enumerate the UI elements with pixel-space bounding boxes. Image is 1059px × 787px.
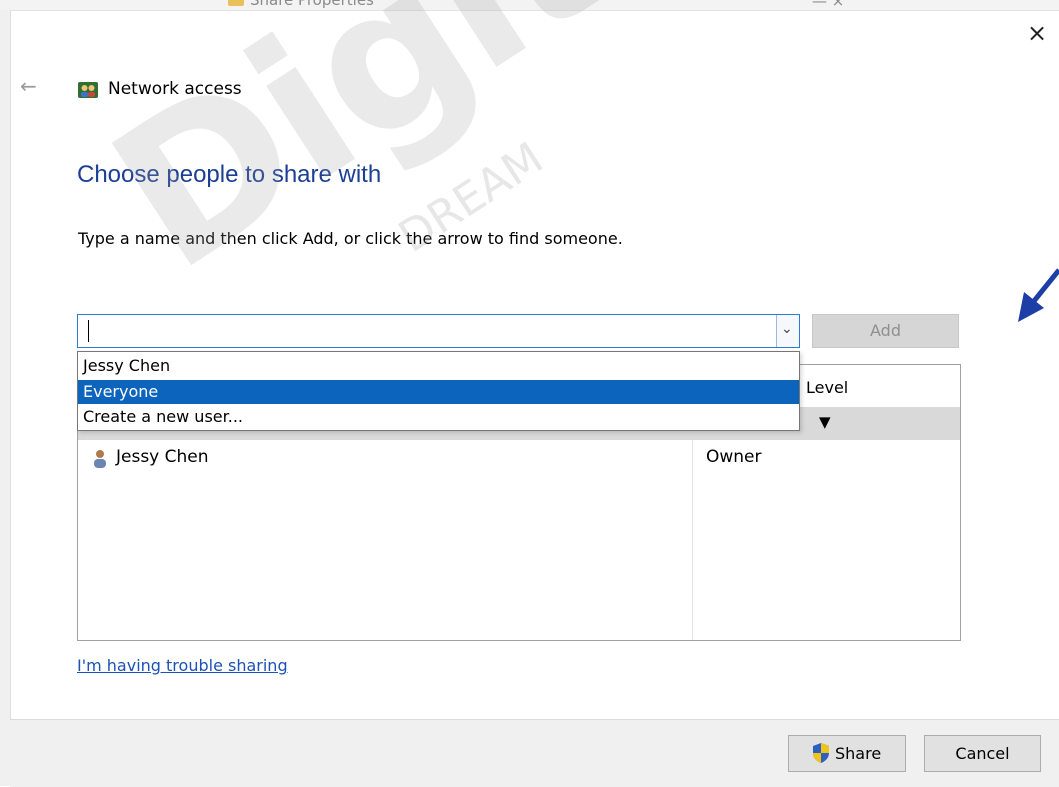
- table-row-name: Jessy Chen: [116, 447, 209, 467]
- dropdown-option-create-new-user[interactable]: Create a new user...: [78, 405, 799, 429]
- annotation-arrow-icon: [1018, 268, 1059, 322]
- folder-icon: [228, 0, 244, 6]
- table-row-permission[interactable]: Owner: [706, 447, 762, 467]
- add-button[interactable]: Add: [812, 314, 959, 348]
- combobox-dropdown-button[interactable]: ⌄: [776, 315, 799, 347]
- share-button[interactable]: Share: [788, 735, 906, 772]
- text-caret: [88, 320, 89, 342]
- trouble-sharing-link[interactable]: I'm having trouble sharing: [77, 656, 288, 675]
- dropdown-option-jessy-chen[interactable]: Jessy Chen: [78, 354, 799, 378]
- network-users-icon: [78, 82, 98, 98]
- cancel-button[interactable]: Cancel: [924, 735, 1041, 772]
- share-button-label: Share: [835, 744, 882, 763]
- background-window-edge: [0, 10, 11, 786]
- dialog-header-title: Network access: [108, 79, 242, 99]
- user-icon: [94, 450, 106, 468]
- name-dropdown-list: Jessy Chen Everyone Create a new user...: [77, 351, 800, 431]
- chevron-down-icon: ⌄: [781, 321, 793, 337]
- close-button[interactable]: ×: [1022, 18, 1052, 48]
- dropdown-option-everyone[interactable]: Everyone: [78, 380, 799, 404]
- background-window-controls: — ×: [812, 0, 845, 10]
- permission-column-header[interactable]: Level: [806, 378, 848, 397]
- permission-dropdown-arrow-icon[interactable]: ▼: [819, 413, 831, 431]
- page-heading: Choose people to share with: [77, 161, 382, 188]
- name-combobox[interactable]: ⌄: [77, 314, 800, 348]
- background-window-titlebar: [0, 0, 1059, 11]
- uac-shield-icon: [813, 743, 829, 763]
- instruction-text: Type a name and then click Add, or click…: [78, 229, 623, 248]
- back-arrow-icon[interactable]: ←: [20, 74, 37, 98]
- background-window-title: Share Properties: [250, 0, 374, 9]
- watermark-text: DigitalM: [75, 0, 967, 315]
